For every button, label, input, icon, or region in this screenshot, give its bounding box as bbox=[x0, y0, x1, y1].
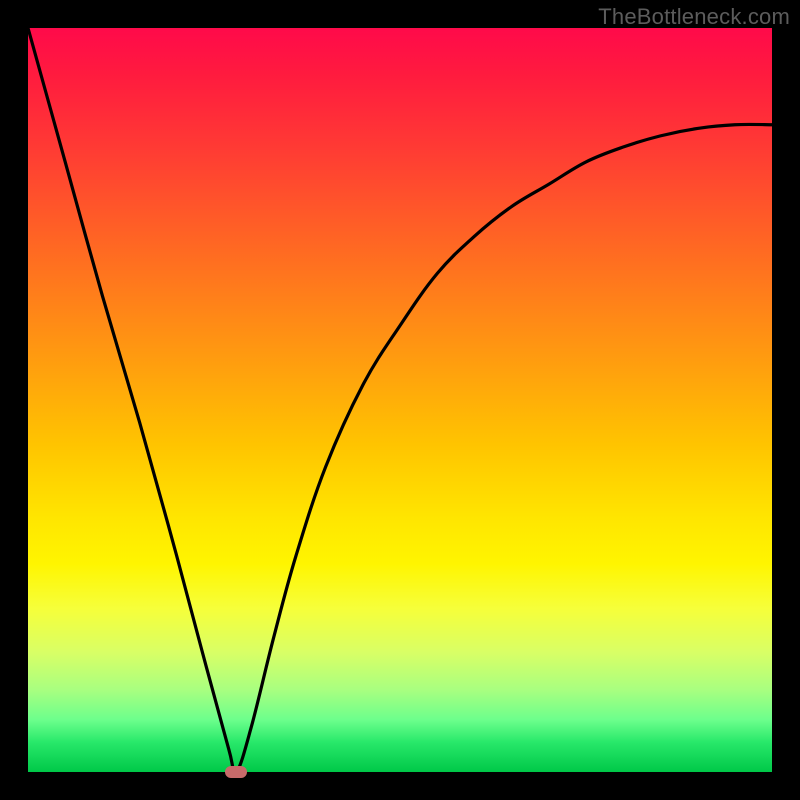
optimal-marker bbox=[225, 766, 247, 778]
chart-frame: TheBottleneck.com bbox=[0, 0, 800, 800]
watermark-text: TheBottleneck.com bbox=[598, 4, 790, 30]
plot-area bbox=[28, 28, 772, 772]
bottleneck-curve bbox=[28, 28, 772, 772]
